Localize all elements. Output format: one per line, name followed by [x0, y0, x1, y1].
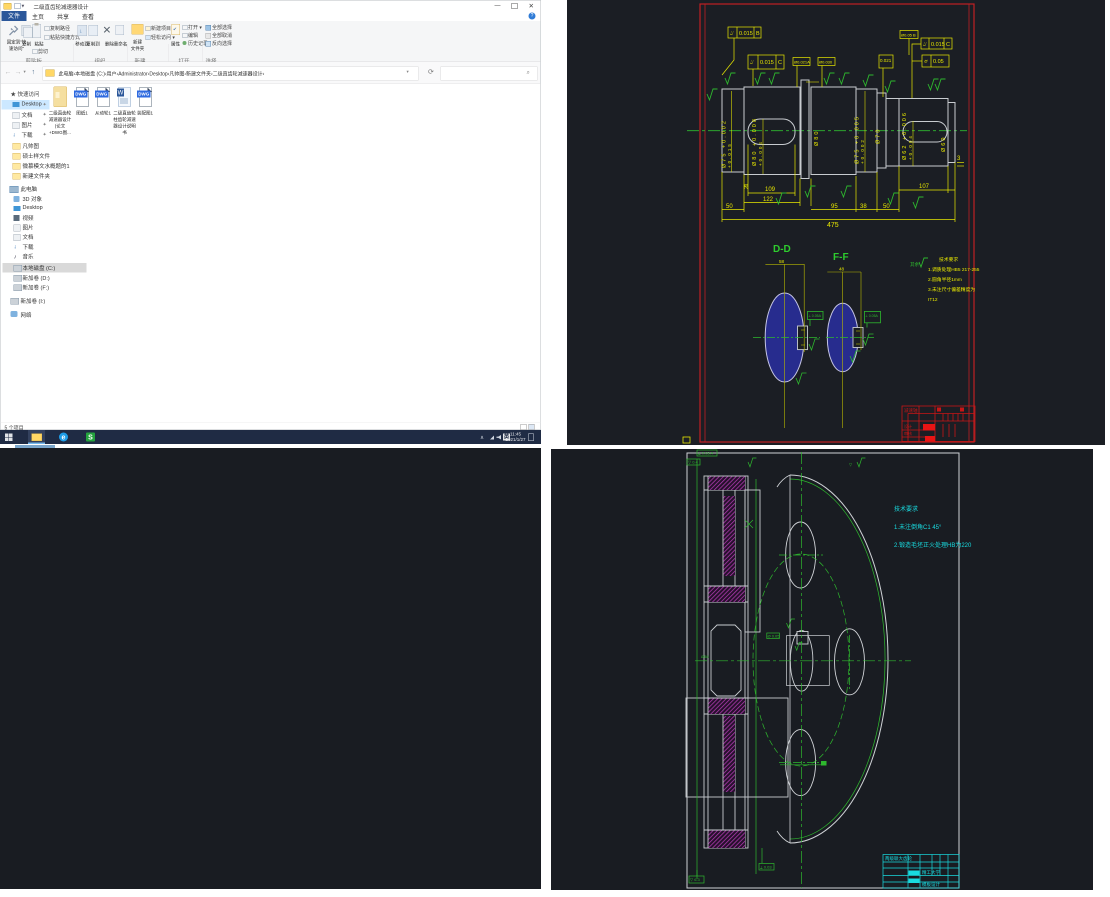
svg-text:50: 50 — [726, 204, 733, 210]
svg-text:⌰: ⌰ — [730, 31, 734, 37]
svg-text:▽: ▽ — [849, 462, 853, 467]
svg-text:其余: 其余 — [910, 261, 919, 268]
svg-text:C: C — [778, 60, 782, 66]
svg-text:IT12: IT12 — [928, 297, 938, 303]
svg-text:⟂ 0.03: ⟂ 0.03 — [760, 865, 772, 870]
svg-text:+0.002: +0.002 — [860, 138, 865, 164]
svg-text:+0.004: +0.004 — [758, 140, 763, 166]
svg-text:▽ 0.4: ▽ 0.4 — [688, 460, 699, 465]
svg-text:Ø0.021A: Ø0.021A — [794, 60, 810, 65]
svg-text:107: 107 — [919, 184, 930, 190]
svg-text:⌰: ⌰ — [923, 42, 927, 48]
svg-text:58: 58 — [779, 259, 785, 264]
svg-text:50: 50 — [883, 204, 890, 210]
svg-text:审核: 审核 — [904, 430, 912, 436]
svg-text:Ø 0.05: Ø 0.05 — [768, 634, 781, 639]
svg-text:⟂ 0.05A: ⟂ 0.05A — [865, 314, 878, 318]
svg-text:475: 475 — [827, 222, 839, 229]
svg-text:3: 3 — [957, 156, 961, 162]
svg-text:Ø80: Ø80 — [814, 130, 820, 146]
svg-text:Ø0.030: Ø0.030 — [819, 60, 833, 65]
svg-text:减速轴: 减速轴 — [904, 407, 918, 414]
svg-text:0.021: 0.021 — [880, 58, 892, 63]
svg-text:2.圆角半径1mm: 2.圆角半径1mm — [928, 276, 962, 283]
svg-text:48: 48 — [839, 267, 845, 272]
svg-text:D-D: D-D — [773, 244, 791, 255]
svg-text:B: B — [756, 31, 760, 37]
svg-text:+0.004: +0.004 — [908, 134, 913, 160]
svg-text:Ø58: Ø58 — [701, 654, 709, 659]
svg-text:0.015: 0.015 — [739, 31, 753, 37]
svg-text:⌰: ⌰ — [750, 60, 754, 66]
svg-text:122: 122 — [763, 197, 774, 203]
svg-text:C: C — [946, 42, 950, 48]
svg-text:两级联大齿轮: 两级联大齿轮 — [885, 855, 912, 862]
svg-text:设计: 设计 — [904, 423, 912, 429]
svg-text:109: 109 — [765, 187, 776, 193]
svg-text:技术要求: 技术要求 — [939, 256, 958, 263]
svg-text:技术要求: 技术要求 — [894, 505, 918, 513]
svg-text:F-F: F-F — [833, 252, 849, 263]
svg-text:0.05: 0.05 — [933, 59, 944, 65]
svg-text:38: 38 — [860, 204, 867, 210]
svg-text:95: 95 — [831, 204, 838, 210]
svg-text:21: 21 — [744, 183, 750, 189]
svg-text:1.调质处理HB5 217-255: 1.调质处理HB5 217-255 — [928, 266, 980, 273]
svg-text:⟂ 0.05A: ⟂ 0.05A — [809, 314, 822, 318]
svg-text:模板设计: 模板设计 — [922, 881, 940, 888]
svg-text:2.锻造毛坯正火处理HB为220: 2.锻造毛坯正火处理HB为220 — [894, 541, 972, 549]
svg-text:3.未注尺寸偏差精度为: 3.未注尺寸偏差精度为 — [928, 286, 975, 293]
svg-text:⌭: ⌭ — [924, 59, 928, 65]
svg-text:⟂ 0.03 A: ⟂ 0.03 A — [698, 451, 713, 456]
svg-text:0.015: 0.015 — [931, 42, 945, 48]
svg-text:Ø0.05 B: Ø0.05 B — [901, 33, 916, 38]
svg-text:1.未注倒角C1 45°: 1.未注倒角C1 45° — [894, 523, 942, 531]
svg-text:Ø60: Ø60 — [941, 136, 947, 152]
svg-text:Ø70: Ø70 — [876, 128, 882, 144]
svg-text:▽ 6.3: ▽ 6.3 — [690, 877, 701, 882]
svg-text:0.015: 0.015 — [760, 60, 774, 66]
svg-text:精工大学: 精工大学 — [922, 869, 940, 876]
